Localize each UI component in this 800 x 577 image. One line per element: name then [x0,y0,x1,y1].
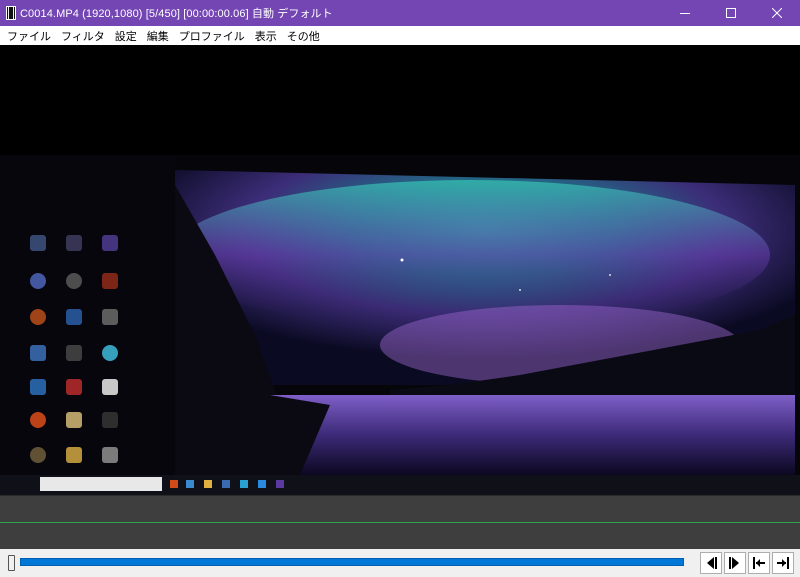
menu-other[interactable]: その他 [282,28,325,44]
seek-bar[interactable] [6,553,686,573]
close-icon [772,8,782,18]
window-title: C0014.MP4 (1920,1080) [5/450] [00:00:00.… [20,8,333,20]
maximize-button[interactable] [708,0,754,26]
menu-file[interactable]: ファイル [2,28,56,44]
video-frame-image [0,155,800,495]
menu-filter[interactable]: フィルタ [56,28,110,44]
skip-to-end-icon [777,557,789,569]
step-back-icon [707,557,717,569]
maximize-icon [726,8,736,18]
next-frame-button[interactable] [724,552,746,574]
seek-track[interactable] [20,558,684,566]
go-end-button[interactable] [772,552,794,574]
close-button[interactable] [754,0,800,26]
title-bar[interactable]: C0014.MP4 (1920,1080) [5/450] [00:00:00.… [0,0,800,26]
timeline-panel [0,495,800,523]
app-film-icon [6,6,16,20]
step-forward-icon [729,557,739,569]
menu-settings[interactable]: 設定 [110,28,142,44]
video-preview [0,45,800,495]
skip-to-start-icon [753,557,765,569]
seek-thumb[interactable] [8,555,15,571]
menu-profile[interactable]: プロファイル [174,28,250,44]
go-start-button[interactable] [748,552,770,574]
minimize-icon [680,13,690,14]
timeline-track [0,523,800,549]
minimize-button[interactable] [662,0,708,26]
playback-controls [0,549,800,577]
menu-view[interactable]: 表示 [250,28,282,44]
menu-bar: ファイル フィルタ 設定 編集 プロファイル 表示 その他 [0,26,800,45]
menu-edit[interactable]: 編集 [142,28,174,44]
prev-frame-button[interactable] [700,552,722,574]
